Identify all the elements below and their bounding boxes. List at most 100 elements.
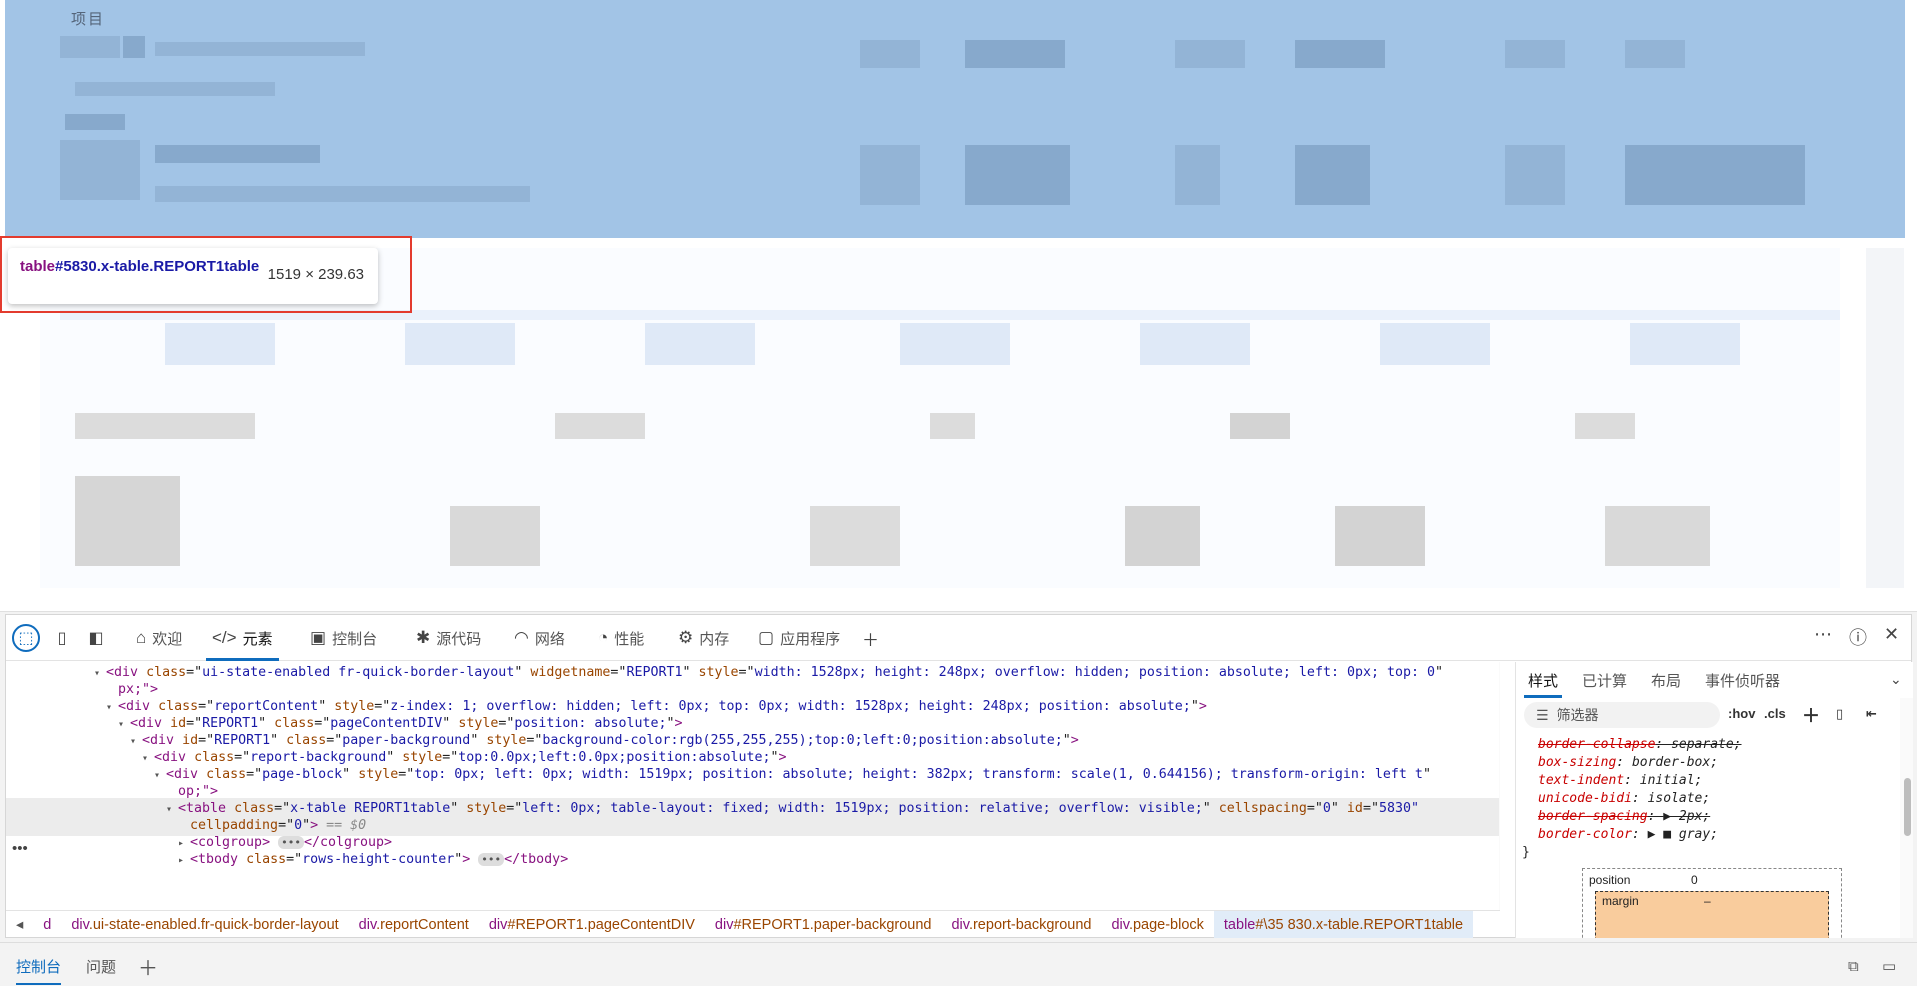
new-rule-icon[interactable]: ＋ <box>1802 702 1820 728</box>
tab-chip[interactable]: ⚙ 内存 <box>672 623 735 653</box>
dock-drawer-icon[interactable]: ▭ <box>1882 951 1896 981</box>
undock-drawer-icon[interactable]: ⧉ <box>1848 951 1859 981</box>
attr-value: pageContentDIV <box>330 716 443 731</box>
tab-app[interactable]: ▢ 应用程序 <box>752 623 846 653</box>
style-property[interactable]: border-collapse: separate; <box>1516 736 1896 754</box>
inspect-element-icon[interactable]: ⬚ <box>12 624 40 652</box>
device-emulation-icon[interactable]: ▯ <box>48 624 76 652</box>
styles-tab[interactable]: 事件侦听器 <box>1693 662 1792 698</box>
attr-quote: " <box>442 716 451 731</box>
style-property[interactable]: text-indent: initial; <box>1516 772 1896 790</box>
dock-side-icon[interactable]: ◧ <box>82 624 110 652</box>
property-value[interactable]: ▶ ■ gray; <box>1648 827 1718 842</box>
style-property[interactable]: box-sizing: border-box; <box>1516 754 1896 772</box>
help-icon[interactable]: ⓘ <box>1849 624 1867 650</box>
attr-quote: " <box>1422 767 1431 782</box>
property-name[interactable]: unicode-bidi <box>1538 791 1632 806</box>
style-property[interactable]: border-color: ▶ ■ gray; <box>1516 826 1896 844</box>
collapse-caret-icon[interactable]: ▾ <box>106 697 118 718</box>
property-name[interactable]: border-spacing <box>1538 809 1648 824</box>
styles-tab[interactable]: 已计算 <box>1570 662 1639 698</box>
tag-bracket: < <box>166 767 175 782</box>
property-colon: : <box>1631 791 1648 806</box>
property-value[interactable]: separate; <box>1671 737 1741 752</box>
attr-equals: =" <box>610 665 627 680</box>
box-margin: margin – <box>1595 891 1829 938</box>
breadcrumb-tag: div <box>714 916 734 933</box>
scrollbar-thumb[interactable] <box>1904 778 1911 836</box>
more-icon[interactable]: ⋯ <box>1814 624 1832 645</box>
close-tag-name: colgroup <box>319 835 385 850</box>
collapsed-content-icon[interactable]: ••• <box>478 853 505 866</box>
attr-quote: " <box>302 818 311 833</box>
add-drawer-tab-icon[interactable]: ＋ <box>138 951 158 981</box>
dom-scrollbar[interactable] <box>1499 662 1500 910</box>
breadcrumb-item[interactable]: div#REPORT1.pageContentDIV <box>479 917 705 933</box>
tag-bracket: > <box>384 835 393 850</box>
tag-name: colgroup <box>198 835 263 850</box>
blurred-cell <box>60 140 140 200</box>
tab-console[interactable]: ▣ 控制台 <box>304 623 383 653</box>
chevron-down-icon[interactable]: ⌄ <box>1890 671 1902 688</box>
attr-equals: =" <box>198 699 215 714</box>
collapse-caret-icon[interactable]: ▾ <box>118 714 130 735</box>
tag-tail: > <box>1198 699 1207 714</box>
breadcrumb-item[interactable]: d <box>33 917 61 933</box>
breadcrumb-item[interactable]: table #\35 830.x-table.REPORT1table <box>1213 911 1474 938</box>
tab-code[interactable]: </> 元素 <box>206 623 279 661</box>
property-name[interactable]: text-indent <box>1538 773 1624 788</box>
collapse-caret-icon[interactable]: ▾ <box>130 731 142 752</box>
dom-node-line[interactable]: ▾ <div class="ui-state-enabled fr-quick-b… <box>94 662 1443 684</box>
tab-bug[interactable]: ✱ 源代码 <box>410 623 487 653</box>
add-tab-button[interactable]: ＋ <box>856 623 885 653</box>
tag-bracket: < <box>190 852 199 867</box>
property-colon: : <box>1631 827 1648 842</box>
drawer-tab-issues[interactable]: 问题 <box>86 951 116 981</box>
close-icon[interactable]: ✕ <box>1884 624 1899 645</box>
breadcrumb-tag: div <box>358 916 377 933</box>
blurred-header <box>1380 323 1490 365</box>
expand-caret-icon[interactable]: ▸ <box>178 850 190 871</box>
sidebar-toggle-icon[interactable]: ⇤ <box>1866 706 1877 722</box>
drawer-tab-console[interactable]: 控制台 <box>16 951 62 985</box>
property-value[interactable]: isolate; <box>1648 791 1711 806</box>
tab-home[interactable]: ⌂ 欢迎 <box>130 623 188 653</box>
breadcrumb-item[interactable]: div.reportContent <box>349 917 479 933</box>
collapse-caret-icon[interactable]: ▾ <box>94 663 106 684</box>
styles-filter-input[interactable]: ☰ 筛选器 <box>1524 702 1720 728</box>
box-position-value[interactable]: 0 <box>1691 873 1698 887</box>
attr-name: id <box>170 716 187 731</box>
dom-node-line[interactable]: ▸ <tbody class="rows-height-counter"> •••… <box>178 849 568 871</box>
collapse-caret-icon[interactable]: ▾ <box>154 765 166 786</box>
class-toggle-button[interactable]: .cls <box>1764 706 1786 721</box>
style-property[interactable]: border-spacing: ▶ 2px; <box>1516 808 1896 826</box>
paint-icon[interactable]: ▯ <box>1836 706 1843 722</box>
box-margin-value[interactable]: – <box>1704 894 1711 908</box>
styles-tab[interactable]: 布局 <box>1639 662 1693 698</box>
styles-tab[interactable]: 样式 <box>1516 662 1570 698</box>
style-property[interactable]: unicode-bidi: isolate; <box>1516 790 1896 808</box>
breadcrumb-item[interactable]: div.page-block <box>1101 917 1213 933</box>
styles-scrollbar[interactable] <box>1900 698 1913 938</box>
property-value[interactable]: initial; <box>1640 773 1703 788</box>
breadcrumb-item[interactable]: div.ui-state-enabled.fr-quick-border-lay… <box>61 917 348 933</box>
tab-gauge[interactable]: ◔ 性能 <box>592 623 650 653</box>
tab-wifi[interactable]: ◠ 网络 <box>508 623 571 653</box>
property-value[interactable]: ▶ 2px; <box>1663 809 1710 824</box>
attr-quote: " <box>1190 699 1199 714</box>
property-name[interactable]: border-color <box>1538 827 1632 842</box>
more-actions-icon[interactable]: ••• <box>12 838 28 859</box>
dom-node-line[interactable]: ▾ <div class="page-block" style="top: 0px… <box>154 764 1431 786</box>
property-value[interactable]: border-box; <box>1632 755 1718 770</box>
breadcrumb-item[interactable]: div#REPORT1.paper-background <box>705 917 942 933</box>
hover-state-button[interactable]: :hov <box>1728 706 1755 721</box>
tag-bracket: </ <box>303 835 320 850</box>
collapsed-content-icon[interactable]: ••• <box>278 836 304 849</box>
property-name[interactable]: box-sizing <box>1538 755 1616 770</box>
attr-equals: =" <box>278 818 295 833</box>
collapse-caret-icon[interactable]: ▾ <box>142 748 154 769</box>
property-name[interactable]: border-collapse <box>1538 737 1655 752</box>
box-margin-label: margin <box>1602 894 1639 908</box>
breadcrumb-scroll-left-icon[interactable]: ◂ <box>6 917 33 933</box>
breadcrumb-item[interactable]: div.report-background <box>941 917 1101 933</box>
